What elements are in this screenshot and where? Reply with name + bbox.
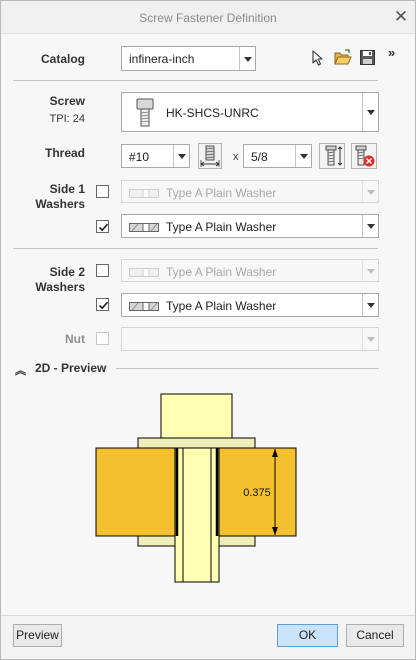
side2-washer2-value: Type A Plain Washer (166, 299, 277, 313)
thread-size-value: #10 (129, 150, 150, 164)
screw-tpi: TPI: 24 (49, 113, 85, 125)
screw-fastener-dialog: Screw Fastener Definition ✕ » Catalog in… (0, 0, 416, 660)
side1-washer2-value: Type A Plain Washer (166, 220, 277, 234)
checkmark-icon (98, 223, 109, 232)
screw-select[interactable]: HK-SHCS-UNRC (121, 92, 379, 132)
screw-label: Screw (49, 94, 85, 108)
save-disk-icon[interactable] (359, 49, 376, 69)
chevron-down-icon (362, 260, 378, 281)
separator (116, 368, 379, 369)
chevron-down-icon[interactable] (362, 93, 378, 131)
washer-top (137, 437, 256, 449)
side1-washer2-select[interactable]: Type A Plain Washer (121, 214, 379, 238)
thread-size-select[interactable]: #10 (121, 144, 190, 168)
ok-button[interactable]: OK (277, 624, 338, 647)
title-bar: Screw Fastener Definition ✕ (1, 1, 415, 34)
chevron-down-icon[interactable] (239, 47, 255, 70)
thread-length-value: 5/8 (251, 150, 268, 164)
side2-washer2-checkbox[interactable] (96, 298, 109, 311)
bolt-shank (174, 447, 220, 583)
bolt-head (160, 393, 233, 439)
double-chevron-up-icon[interactable]: ︽ (15, 362, 26, 378)
nut-select[interactable] (121, 327, 379, 351)
window-title: Screw Fastener Definition (139, 11, 277, 25)
catalog-label: Catalog (40, 52, 85, 66)
side2-washer1-checkbox[interactable] (96, 264, 109, 277)
chevron-down-icon[interactable] (362, 294, 378, 316)
nut-label: Nut (65, 332, 85, 346)
chevron-down-icon[interactable] (173, 145, 189, 167)
preview-title: 2D - Preview (35, 361, 107, 375)
cancel-button[interactable]: Cancel (346, 624, 404, 647)
side1-washer1-checkbox[interactable] (96, 185, 109, 198)
preview-drawing: 0.375 (95, 393, 297, 583)
double-chevron-right-icon[interactable]: » (388, 45, 404, 63)
washer-icon (129, 189, 159, 198)
thread-length-select[interactable]: 5/8 (243, 144, 312, 168)
checkmark-icon (98, 301, 109, 310)
chevron-down-icon (362, 328, 378, 350)
thread-times-label: x (233, 151, 239, 163)
side1-washer2-checkbox[interactable] (96, 220, 109, 233)
side2-washer1-value: Type A Plain Washer (166, 265, 277, 279)
catalog-select[interactable]: infinera-inch (121, 46, 256, 71)
chevron-down-icon (362, 181, 378, 202)
preview-button[interactable]: Preview (13, 624, 62, 647)
side1-washer1-value: Type A Plain Washer (166, 186, 277, 200)
thread-length-icon[interactable] (198, 143, 222, 172)
screw-value: HK-SHCS-UNRC (166, 106, 259, 120)
screw-error-icon[interactable] (351, 143, 377, 172)
screw-thread-icon[interactable] (319, 143, 345, 172)
side2-label-line1: Side 2 (49, 265, 85, 279)
open-folder-icon[interactable] (333, 49, 353, 70)
side1-label-line2: Washers (35, 197, 85, 211)
chevron-down-icon[interactable] (295, 145, 311, 167)
side2-label-line2: Washers (35, 280, 85, 294)
plate-left (95, 447, 176, 537)
side2-washer2-select[interactable]: Type A Plain Washer (121, 293, 379, 317)
chevron-down-icon[interactable] (362, 215, 378, 237)
washer-icon (129, 302, 159, 311)
screw-head-icon (134, 98, 156, 131)
separator (13, 80, 378, 81)
side1-label-line1: Side 1 (49, 182, 85, 196)
dimension-label: 0.375 (243, 487, 271, 499)
arrow-pointer-icon[interactable] (310, 49, 326, 70)
washer-icon (129, 268, 159, 277)
separator (13, 248, 378, 249)
nut-checkbox[interactable] (96, 332, 109, 345)
close-icon[interactable]: ✕ (392, 7, 410, 27)
catalog-value: infinera-inch (129, 52, 195, 66)
thread-label: Thread (44, 146, 85, 160)
side2-washer1-select[interactable]: Type A Plain Washer (121, 259, 379, 282)
side1-washer1-select[interactable]: Type A Plain Washer (121, 180, 379, 203)
washer-icon (129, 223, 159, 232)
